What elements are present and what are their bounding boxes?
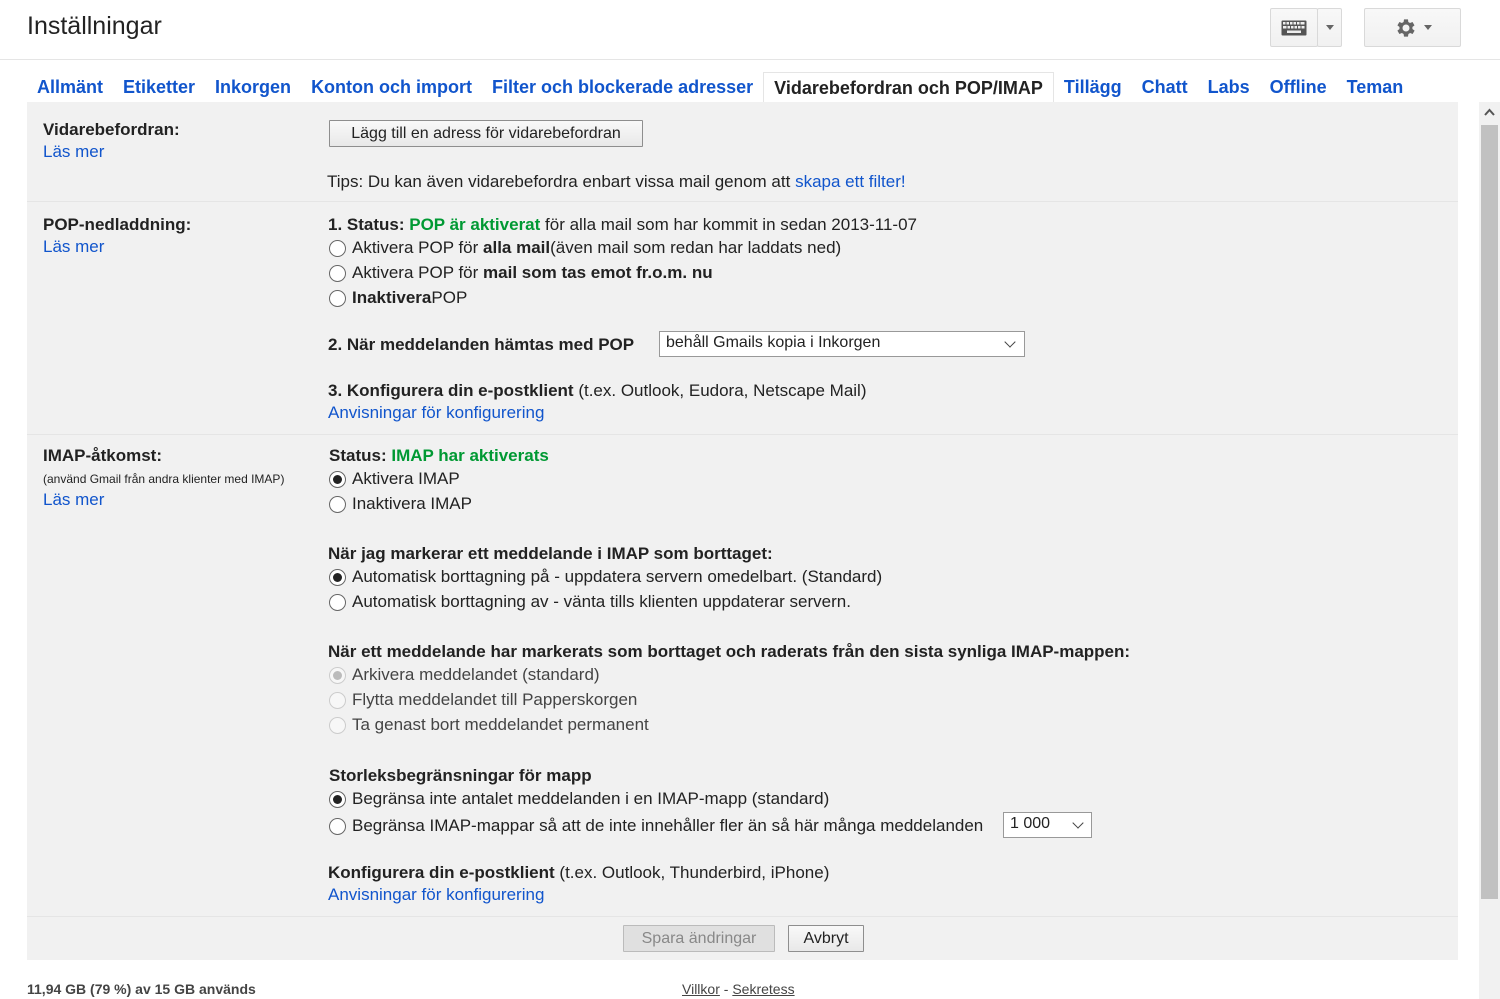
- imap-config-instructions-link[interactable]: Anvisningar för konfigurering: [328, 885, 544, 905]
- delete-forever-option[interactable]: Ta genast bort meddelandet permanent: [329, 715, 649, 735]
- imap-learn-more-link[interactable]: Läs mer: [43, 490, 104, 510]
- forwarding-learn-more-link[interactable]: Läs mer: [43, 142, 104, 162]
- tab-filters[interactable]: Filter och blockerade adresser: [482, 72, 763, 102]
- tab-labels[interactable]: Etiketter: [113, 72, 205, 102]
- radio-button[interactable]: [329, 239, 346, 257]
- chevron-down-icon: [1325, 25, 1334, 30]
- header: Inställningar: [0, 0, 1500, 60]
- pop-label: POP-nedladdning:: [43, 215, 192, 234]
- imap-config: Konfigurera din e-postklient (t.ex. Outl…: [328, 863, 830, 882]
- settings-button[interactable]: [1364, 8, 1461, 47]
- scrollbar-thumb[interactable]: [1481, 125, 1498, 899]
- pop-when-label: 2. När meddelanden hämtas med POP: [328, 335, 635, 354]
- folder-limit-select[interactable]: 1 000: [1003, 812, 1092, 838]
- section-divider: [27, 434, 1458, 435]
- move-to-trash-option[interactable]: Flytta meddelandet till Papperskorgen: [329, 690, 637, 710]
- radio-button[interactable]: [329, 470, 346, 488]
- tab-addons[interactable]: Tillägg: [1054, 72, 1132, 102]
- pop-disable-option[interactable]: Inaktivera POP: [329, 288, 467, 308]
- radio-button[interactable]: [329, 716, 346, 734]
- imap-disable-option[interactable]: Inaktivera IMAP: [329, 494, 472, 514]
- tab-forwarding-pop-imap[interactable]: Vidarebefordran och POP/IMAP: [763, 72, 1054, 102]
- cancel-button[interactable]: Avbryt: [788, 925, 864, 952]
- tab-themes[interactable]: Teman: [1337, 72, 1414, 102]
- privacy-link[interactable]: Sekretess: [732, 981, 794, 997]
- footer-links: Villkor - Sekretess: [682, 981, 795, 997]
- save-changes-button[interactable]: Spara ändringar: [623, 925, 775, 952]
- gear-icon: [1396, 18, 1415, 37]
- pop-learn-more-link[interactable]: Läs mer: [43, 237, 104, 257]
- pop-enable-from-now-option[interactable]: Aktivera POP för mail som tas emot fr.o.…: [329, 263, 713, 283]
- folder-size-heading: Storleksbegränsningar för mapp: [329, 766, 592, 785]
- storage-usage: 11,94 GB (79 %) av 15 GB används: [27, 981, 256, 997]
- tab-inbox[interactable]: Inkorgen: [205, 72, 301, 102]
- forwarding-label: Vidarebefordran:: [43, 120, 180, 139]
- imap-expunge-heading: När ett meddelande har markerats som bor…: [328, 642, 1131, 661]
- pop-config-instructions-link[interactable]: Anvisningar för konfigurering: [328, 403, 544, 423]
- tab-chat[interactable]: Chatt: [1132, 72, 1198, 102]
- tab-labs[interactable]: Labs: [1198, 72, 1260, 102]
- auto-expunge-on-option[interactable]: Automatisk borttagning på - uppdatera se…: [329, 567, 882, 587]
- pop-action-select[interactable]: behåll Gmails kopia i Inkorgen: [659, 331, 1025, 357]
- radio-button[interactable]: [329, 817, 346, 835]
- auto-expunge-off-option[interactable]: Automatisk borttagning av - vänta tills …: [329, 592, 851, 612]
- add-forwarding-address-button[interactable]: Lägg till en adress för vidarebefordran: [329, 120, 643, 147]
- radio-button[interactable]: [329, 593, 346, 611]
- imap-status: Status: IMAP har aktiverats: [329, 446, 549, 465]
- radio-button[interactable]: [329, 666, 346, 684]
- page-title: Inställningar: [27, 12, 162, 40]
- radio-button[interactable]: [329, 790, 346, 808]
- imap-sub-label: (använd Gmail från andra klienter med IM…: [43, 472, 285, 486]
- tab-offline[interactable]: Offline: [1260, 72, 1337, 102]
- folder-limit-option[interactable]: Begränsa IMAP-mappar så att de inte inne…: [329, 816, 983, 836]
- settings-tabs: Allmänt Etiketter Inkorgen Konton och im…: [27, 72, 1413, 102]
- input-tools-button[interactable]: [1270, 8, 1318, 47]
- pop-enable-all-option[interactable]: Aktivera POP för alla mail (även mail so…: [329, 238, 841, 258]
- imap-label: IMAP-åtkomst:: [43, 446, 163, 465]
- settings-panel: Vidarebefordran: Läs mer Lägg till en ad…: [27, 102, 1458, 960]
- create-filter-link[interactable]: skapa ett filter!: [795, 172, 906, 191]
- forwarding-tip: Tips: Du kan även vidarebefordra enbart …: [327, 172, 906, 191]
- input-tools-dropdown[interactable]: [1317, 8, 1342, 47]
- section-divider: [27, 201, 1458, 202]
- radio-button[interactable]: [329, 691, 346, 709]
- tab-accounts[interactable]: Konton och import: [301, 72, 482, 102]
- scroll-up-icon[interactable]: [1484, 108, 1495, 116]
- imap-enable-option[interactable]: Aktivera IMAP: [329, 469, 460, 489]
- radio-button[interactable]: [329, 568, 346, 586]
- archive-message-option[interactable]: Arkivera meddelandet (standard): [329, 665, 600, 685]
- radio-button[interactable]: [329, 264, 346, 282]
- pop-config: 3. Konfigurera din e-postklient (t.ex. O…: [328, 381, 867, 400]
- no-folder-limit-option[interactable]: Begränsa inte antalet meddelanden i en I…: [329, 789, 829, 809]
- keyboard-icon: [1281, 20, 1307, 35]
- terms-link[interactable]: Villkor: [682, 981, 720, 997]
- chevron-down-icon: [1072, 817, 1084, 829]
- tab-general[interactable]: Allmänt: [27, 72, 113, 102]
- chevron-down-icon: [1004, 336, 1016, 348]
- radio-button[interactable]: [329, 495, 346, 513]
- radio-button[interactable]: [329, 289, 346, 307]
- imap-delete-heading: När jag markerar ett meddelande i IMAP s…: [328, 544, 773, 563]
- pop-status: 1. Status: POP är aktiverat för alla mai…: [328, 215, 917, 234]
- chevron-down-icon: [1423, 25, 1432, 30]
- section-divider: [27, 916, 1458, 917]
